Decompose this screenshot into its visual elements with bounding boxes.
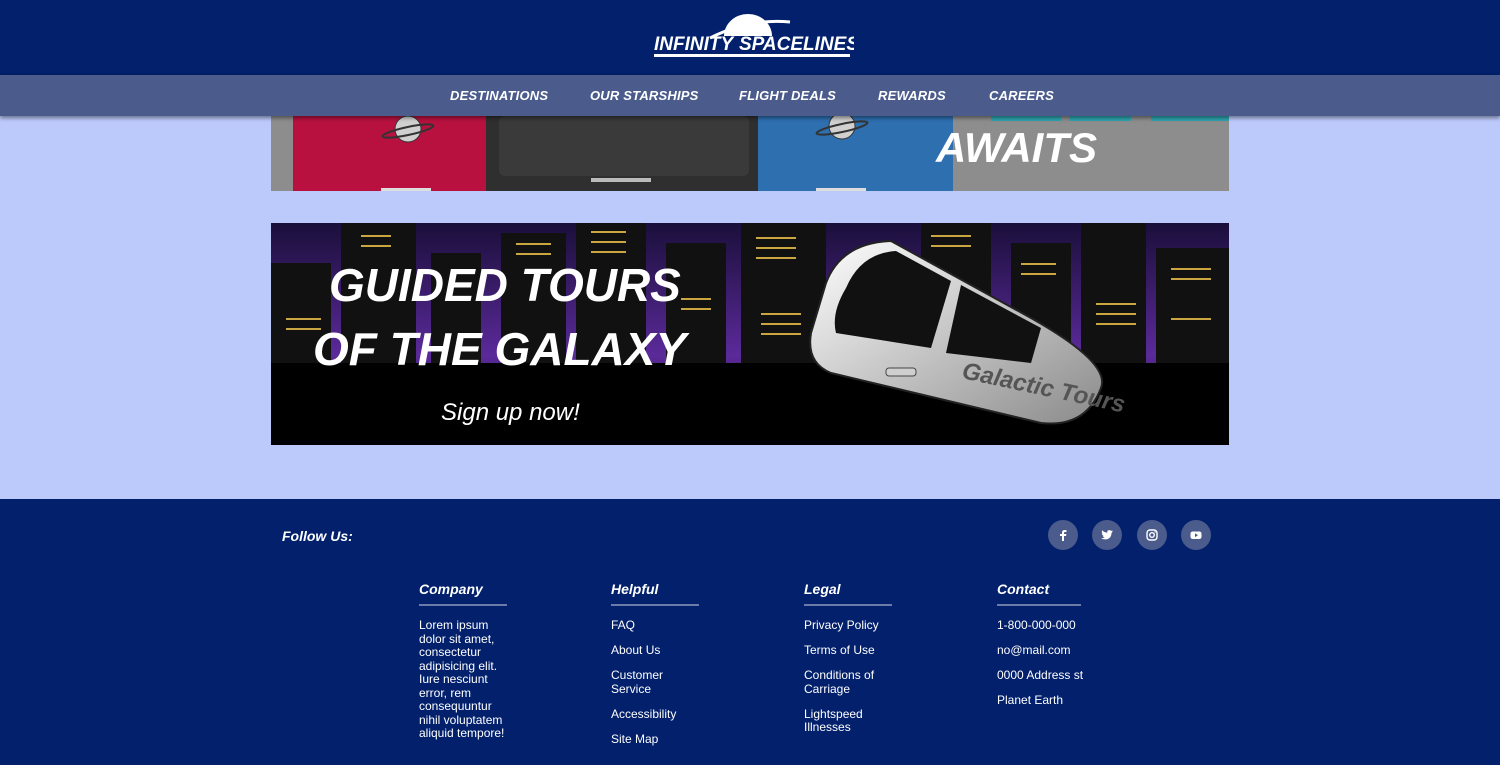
footer-contact-title: Contact	[997, 581, 1081, 606]
nav-item-our-starships[interactable]: OUR STARSHIPS	[590, 88, 699, 103]
footer-contact-column: Contact 1-800-000-000 no@mail.com 0000 A…	[997, 581, 1147, 719]
footer-link-customer-service[interactable]: Customer Service	[611, 668, 681, 696]
footer-company-column: Company Lorem ipsum dolor sit amet, cons…	[419, 581, 569, 741]
contact-email[interactable]: no@mail.com	[997, 643, 1147, 658]
tours-headline-line1: GUIDED TOURS	[329, 259, 681, 311]
luggage-promo-image: AWAITS	[271, 116, 1229, 191]
logo-text-spacelines: SPACELINES	[739, 34, 854, 55]
site-logo[interactable]: INFINITY SPACELINES	[650, 12, 854, 62]
facebook-button[interactable]	[1048, 520, 1078, 550]
main-nav: DESTINATIONS OUR STARSHIPS FLIGHT DEALS …	[0, 75, 1500, 116]
instagram-icon	[1146, 529, 1158, 541]
nav-item-rewards[interactable]: REWARDS	[878, 88, 946, 103]
logo-text-infinity: INFINITY	[654, 34, 735, 55]
contact-address: 0000 Address st	[997, 668, 1084, 682]
guided-tours-banner[interactable]: Galactic Tours GUIDED TOURS OF THE GALAX…	[271, 223, 1229, 445]
footer-legal-column: Legal Privacy Policy Terms of Use Condit…	[804, 581, 954, 746]
instagram-button[interactable]	[1137, 520, 1167, 550]
footer-helpful-title: Helpful	[611, 581, 699, 606]
luggage-promo-banner[interactable]: AWAITS	[271, 116, 1229, 191]
footer-helpful-column: Helpful FAQ About Us Customer Service Ac…	[611, 581, 761, 758]
footer-link-privacy-policy[interactable]: Privacy Policy	[804, 618, 954, 633]
contact-planet: Planet Earth	[997, 693, 1064, 707]
footer-link-terms-of-use[interactable]: Terms of Use	[804, 643, 954, 658]
site-header: INFINITY SPACELINES	[0, 0, 1500, 75]
tours-cta[interactable]: Sign up now!	[441, 399, 580, 426]
footer-link-about-us[interactable]: About Us	[611, 643, 761, 658]
guided-tours-image: Galactic Tours GUIDED TOURS OF THE GALAX…	[271, 223, 1229, 445]
footer-company-title: Company	[419, 581, 507, 606]
footer-link-faq[interactable]: FAQ	[611, 618, 761, 633]
site-footer: Follow Us: Company Lorem ipsum dolor sit…	[0, 499, 1500, 765]
tours-headline-line2: OF THE GALAXY	[313, 323, 690, 375]
footer-link-lightspeed-illnesses[interactable]: Lightspeed Illnesses	[804, 707, 874, 735]
logo-underline	[654, 54, 850, 57]
youtube-button[interactable]	[1181, 520, 1211, 550]
twitter-button[interactable]	[1092, 520, 1122, 550]
luggage-promo-headline: AWAITS	[935, 124, 1097, 171]
facebook-icon	[1060, 530, 1067, 541]
footer-legal-title: Legal	[804, 581, 892, 606]
nav-item-destinations[interactable]: DESTINATIONS	[450, 88, 548, 103]
nav-item-flight-deals[interactable]: FLIGHT DEALS	[739, 88, 836, 103]
footer-link-accessibility[interactable]: Accessibility	[611, 707, 761, 722]
youtube-icon	[1190, 531, 1202, 539]
follow-us-label: Follow Us:	[282, 528, 353, 544]
twitter-icon	[1101, 530, 1113, 540]
footer-link-conditions-of-carriage[interactable]: Conditions of Carriage	[804, 668, 884, 696]
contact-phone[interactable]: 1-800-000-000	[997, 618, 1147, 633]
footer-link-site-map[interactable]: Site Map	[611, 732, 761, 747]
nav-item-careers[interactable]: CAREERS	[989, 88, 1054, 103]
footer-company-text: Lorem ipsum dolor sit amet, consectetur …	[419, 618, 505, 740]
